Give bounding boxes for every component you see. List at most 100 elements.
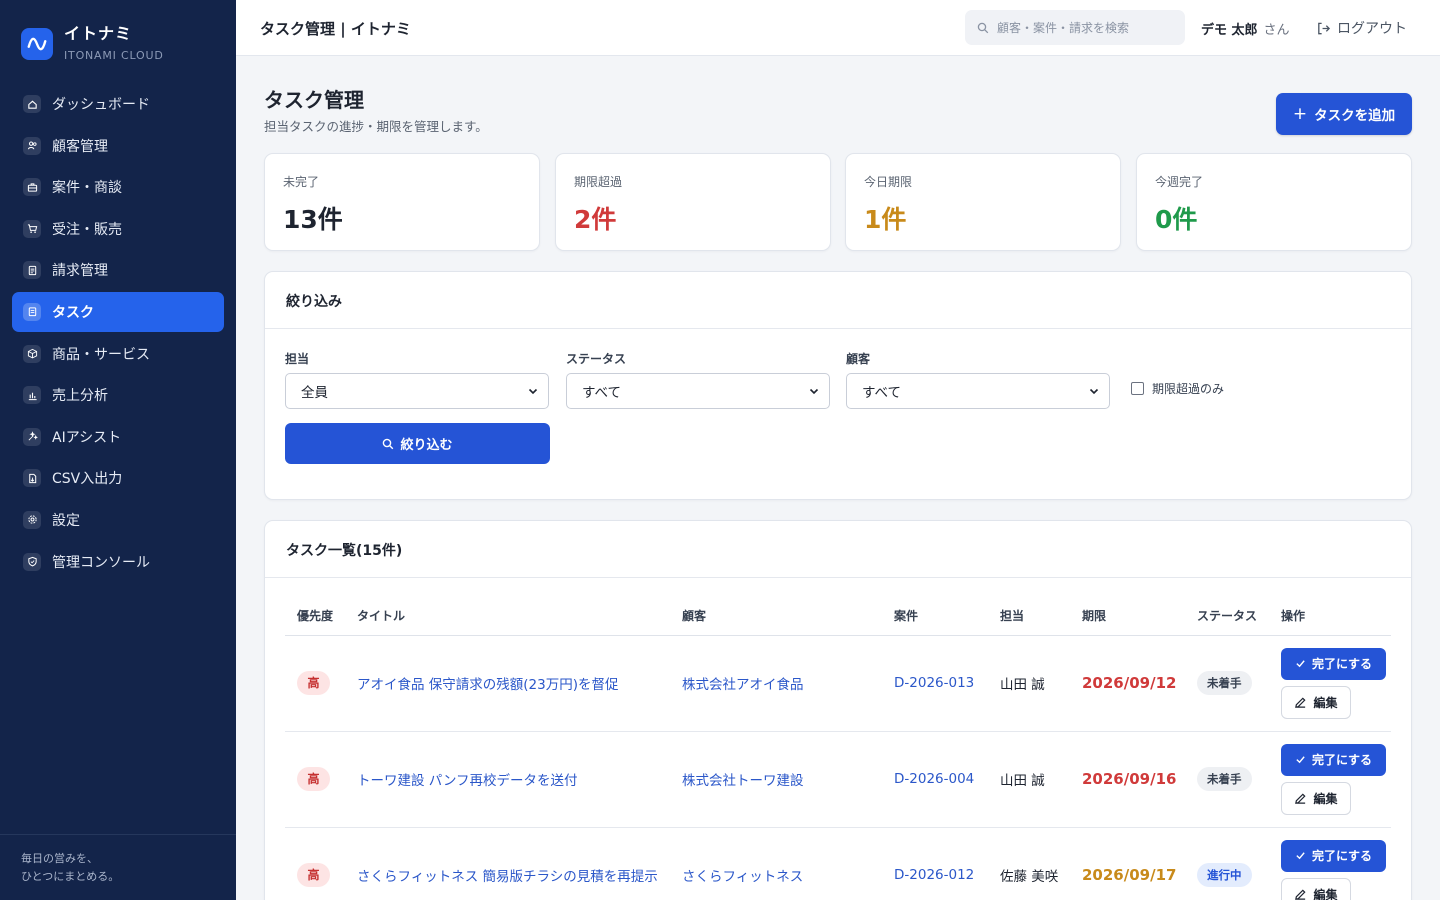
home-icon [23, 95, 41, 113]
chevron-down-icon [1089, 388, 1099, 395]
sidebar-item-admin-console[interactable]: 管理コンソール [12, 542, 224, 582]
column-header-title[interactable]: タイトル [345, 597, 670, 636]
box-icon [23, 344, 41, 363]
pencil-icon [1295, 792, 1307, 804]
table-row: 高 アオイ食品 保守請求の残額(23万円)を督促 株式会社アオイ食品 D-202… [285, 635, 1391, 732]
pencil-icon [1295, 888, 1307, 900]
customer-select-value: すべて [862, 385, 902, 401]
stat-value: 1件 [864, 205, 907, 234]
stat-label: 未完了 [283, 175, 320, 189]
gear-icon [23, 510, 41, 529]
search-icon [383, 438, 394, 449]
status-badge: 未着手 [1197, 767, 1252, 791]
chevron-down-icon [528, 388, 538, 395]
brand[interactable]: イトナミ ITONAMI CLOUD [21, 25, 164, 62]
sidebar-item-invoices[interactable]: 請求管理 [12, 250, 224, 290]
apply-filter-button[interactable]: 絞り込む [285, 423, 550, 464]
sidebar-item-orders[interactable]: 受注・販売 [12, 209, 224, 249]
sparkle-icon [23, 427, 41, 446]
header-title: タスク管理 | イトナミ [260, 20, 411, 38]
sidebar: イトナミ ITONAMI CLOUD ダッシュボード 顧客管理 案件・商談 受注… [0, 0, 236, 900]
plus-icon: + [1292, 104, 1308, 124]
column-header-priority[interactable]: 優先度 [285, 597, 345, 636]
status-select[interactable]: すべて [566, 373, 830, 409]
add-task-label: タスクを追加 [1314, 108, 1396, 124]
priority-badge: 高 [297, 863, 330, 887]
stat-label: 今週完了 [1155, 175, 1204, 189]
logout-label: ログアウト [1337, 21, 1407, 37]
sidebar-item-deals[interactable]: 案件・商談 [12, 167, 224, 207]
task-table: 優先度 タイトル 顧客 案件 担当 期限 ステータス 操作 高 アオイ食品 保守… [285, 597, 1391, 900]
customer-link[interactable]: 株式会社トーワ建設 [682, 773, 804, 789]
sidebar-item-ai-assist[interactable]: AIアシスト [12, 417, 224, 457]
sidebar-item-label: 商品・サービス [52, 346, 150, 363]
sidebar-item-label: 案件・商談 [52, 180, 122, 197]
sidebar-item-sales-analysis[interactable]: 売上分析 [12, 375, 224, 415]
assignee-name: 山田 誠 [1000, 773, 1045, 789]
search-input[interactable] [997, 20, 1177, 35]
checkbox-box[interactable] [1131, 382, 1144, 395]
sidebar-item-tasks[interactable]: タスク [12, 291, 224, 332]
assignee-select[interactable]: 全員 [285, 373, 549, 409]
task-title-link[interactable]: さくらフィットネス 簡易版チラシの見積を再提示 [357, 869, 658, 885]
stat-card-completed-week: 今週完了 0件 [1136, 153, 1412, 251]
apply-filter-label: 絞り込む [400, 438, 453, 453]
customer-link[interactable]: さくらフィットネス [682, 869, 803, 885]
stat-label: 今日期限 [864, 175, 913, 189]
column-header-customer[interactable]: 顧客 [670, 597, 882, 636]
sidebar-item-label: ダッシュボード [52, 97, 150, 113]
logout-button[interactable]: ログアウト [1316, 18, 1407, 38]
edit-button[interactable]: 編集 [1281, 781, 1351, 815]
page-subtitle: 担当タスクの進捗・期限を管理します。 [264, 119, 488, 134]
priority-badge: 高 [297, 671, 330, 695]
sidebar-item-label: 売上分析 [52, 388, 108, 405]
due-date: 2026/09/16 [1082, 770, 1177, 788]
due-date: 2026/09/12 [1082, 674, 1177, 692]
column-header-due[interactable]: 期限 [1070, 597, 1185, 636]
column-header-deal[interactable]: 案件 [882, 597, 988, 636]
sidebar-nav: ダッシュボード 顧客管理 案件・商談 受注・販売 請求管理 タスク 商品・サービ… [12, 84, 224, 583]
customer-link[interactable]: 株式会社アオイ食品 [682, 677, 804, 693]
column-header-status[interactable]: ステータス [1185, 597, 1269, 636]
status-label: ステータス [566, 352, 627, 366]
brand-sub: ITONAMI CLOUD [64, 49, 164, 62]
user-suffix: さん [1263, 23, 1290, 38]
pencil-icon [1295, 696, 1307, 708]
complete-button[interactable]: 完了にする [1281, 743, 1386, 776]
customer-select[interactable]: すべて [846, 373, 1110, 409]
sidebar-item-settings[interactable]: 設定 [12, 500, 224, 540]
edit-button[interactable]: 編集 [1281, 685, 1351, 719]
task-title-link[interactable]: アオイ食品 保守請求の残額(23万円)を督促 [357, 677, 619, 693]
sidebar-item-dashboard[interactable]: ダッシュボード [12, 84, 224, 124]
deal-link[interactable]: D-2026-013 [894, 675, 974, 691]
add-task-button[interactable]: + タスクを追加 [1276, 93, 1412, 135]
sidebar-item-label: 請求管理 [52, 263, 108, 280]
overdue-only-checkbox[interactable]: 期限超過のみ [1131, 380, 1224, 397]
check-icon [1296, 756, 1305, 764]
sidebar-item-label: 設定 [52, 512, 80, 529]
edit-button[interactable]: 編集 [1281, 877, 1351, 900]
complete-button[interactable]: 完了にする [1281, 647, 1386, 680]
table-header-row: 優先度 タイトル 顧客 案件 担当 期限 ステータス 操作 [285, 597, 1391, 636]
overdue-only-label: 期限超過のみ [1152, 382, 1225, 396]
sidebar-item-customers[interactable]: 顧客管理 [12, 126, 224, 166]
sidebar-item-label: タスク [52, 304, 94, 321]
deal-link[interactable]: D-2026-012 [894, 867, 974, 883]
column-header-assignee[interactable]: 担当 [988, 597, 1070, 636]
complete-button[interactable]: 完了にする [1281, 839, 1386, 872]
sidebar-item-csv[interactable]: CSV入出力 [12, 458, 224, 498]
sidebar-item-products[interactable]: 商品・サービス [12, 334, 224, 374]
assignee-name: 佐藤 美咲 [1000, 869, 1059, 885]
sidebar-item-label: 管理コンソール [52, 554, 150, 571]
sidebar-item-label: 顧客管理 [52, 138, 108, 155]
stat-value: 2件 [574, 205, 617, 234]
filter-card: 絞り込み 担当 全員 ステータス すべて 顧客 すべて 期限超過のみ 絞り込む [264, 271, 1412, 500]
stat-card-due-today: 今日期限 1件 [845, 153, 1121, 251]
deal-link[interactable]: D-2026-004 [894, 771, 974, 787]
clipboard-icon [23, 302, 41, 321]
search-box[interactable] [965, 10, 1185, 45]
task-title-link[interactable]: トーワ建設 パンフ再校データを送付 [357, 773, 578, 789]
sidebar-item-label: AIアシスト [52, 429, 122, 446]
customer-label: 顧客 [846, 352, 871, 366]
complete-label: 完了にする [1311, 753, 1373, 767]
